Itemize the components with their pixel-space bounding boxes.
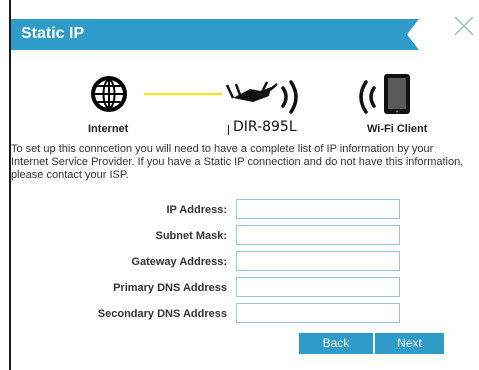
wireless-signal-icon (281, 80, 298, 114)
router-icon (225, 81, 278, 102)
primary-dns-input[interactable] (236, 277, 400, 297)
ip-address-label: IP Address: (166, 204, 227, 216)
static-ip-dialog: Static IP Internet DIR-895L Wi-Fi Client… (0, 0, 479, 370)
secondary-dns-label: Secondary DNS Address (97, 308, 227, 320)
next-button[interactable]: Next (375, 333, 444, 354)
gateway-address-input[interactable] (236, 251, 400, 271)
secondary-dns-input[interactable] (236, 303, 400, 323)
setup-description: To set up this conncetion you will need … (11, 143, 464, 181)
subnet-mask-input[interactable] (236, 225, 400, 245)
ip-address-input[interactable] (236, 199, 400, 219)
globe-icon (91, 76, 127, 112)
back-button[interactable]: Back (299, 333, 373, 354)
device-label: DIR-895L (233, 119, 297, 135)
subnet-mask-label: Subnet Mask: (155, 230, 227, 242)
internet-label: Internet (88, 123, 129, 135)
primary-dns-label: Primary DNS Address (113, 282, 227, 294)
wireless-signal-icon-client (359, 80, 376, 114)
gateway-address-label: Gateway Address: (131, 256, 227, 268)
device-label-tick (228, 125, 229, 135)
wifi-client-label: Wi-Fi Client (367, 123, 428, 135)
tablet-icon (384, 74, 410, 114)
